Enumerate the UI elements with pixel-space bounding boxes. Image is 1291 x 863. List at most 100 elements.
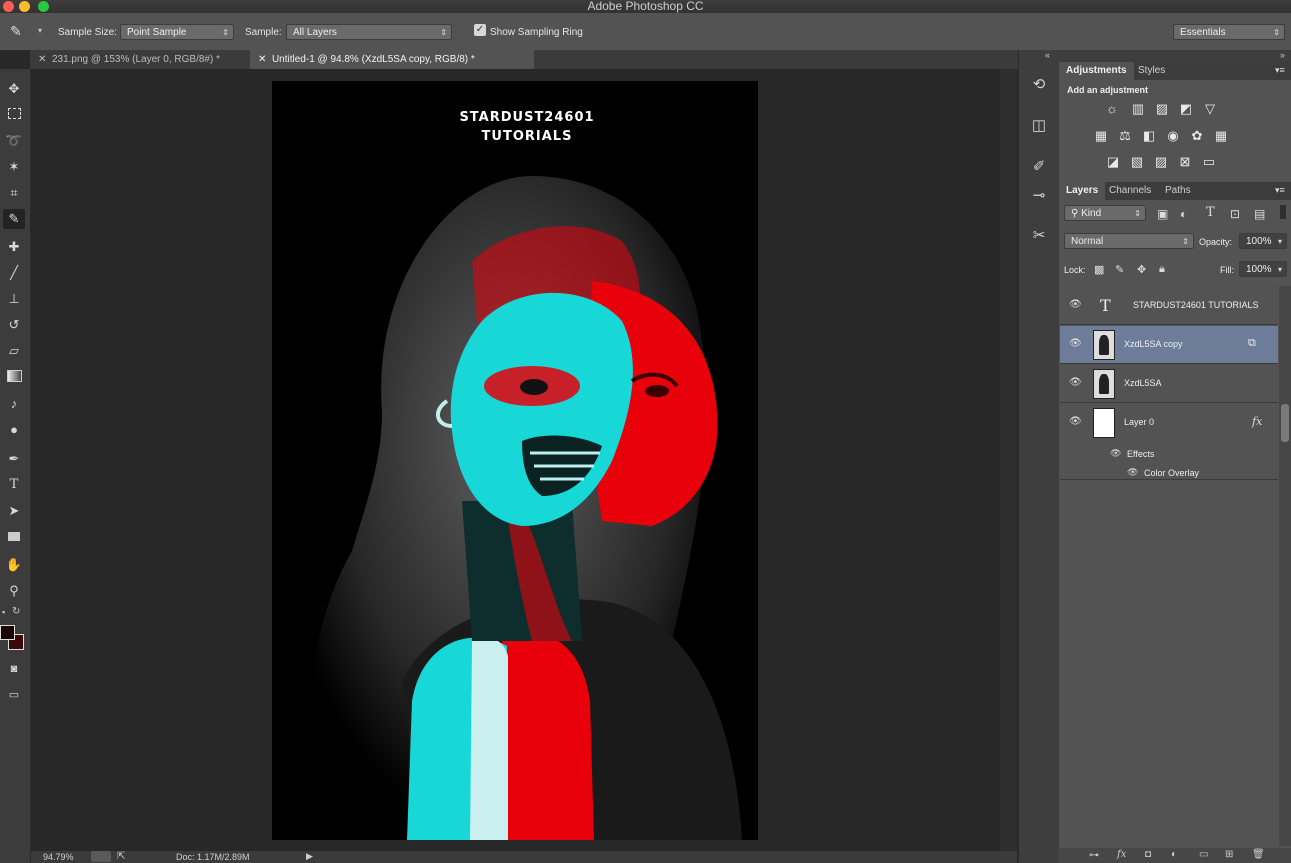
- eyedropper-tool-icon[interactable]: ✎: [3, 209, 25, 229]
- pen-tool-icon[interactable]: ✒: [3, 449, 25, 469]
- tab-untitled-1[interactable]: ✕ Untitled-1 @ 94.8% (XzdL5SA copy, RGB/…: [250, 50, 534, 69]
- vibrance-icon[interactable]: ▽: [1201, 101, 1219, 117]
- layer-name[interactable]: XzdL5SA copy: [1124, 339, 1183, 349]
- filter-pixel-icon[interactable]: ▣: [1157, 207, 1168, 221]
- lock-image-icon[interactable]: ✎: [1115, 263, 1124, 276]
- export-icon[interactable]: ⇱: [117, 851, 125, 862]
- lock-all-icon[interactable]: 🔒︎: [1159, 263, 1165, 276]
- brush-panel-icon[interactable]: ⊸: [1027, 185, 1051, 207]
- swap-colors-icon[interactable]: ↻: [12, 606, 20, 617]
- opacity-input[interactable]: 100% ▾: [1239, 233, 1287, 249]
- effect-color-overlay[interactable]: Color Overlay: [1144, 468, 1199, 478]
- curves-icon[interactable]: ▨: [1153, 101, 1171, 117]
- hue-saturation-icon[interactable]: ▦: [1092, 128, 1110, 144]
- gradient-map-icon[interactable]: ▭: [1200, 154, 1218, 170]
- tab-231-png[interactable]: ✕ 231.png @ 153% (Layer 0, RGB/8#) *: [30, 50, 248, 69]
- gradient-tool-icon[interactable]: [3, 368, 25, 388]
- tool-preset-dropdown[interactable]: ▾: [38, 26, 42, 35]
- collapse-dock-icon[interactable]: »: [1280, 50, 1285, 60]
- move-tool-icon[interactable]: ✥: [3, 79, 25, 99]
- delete-layer-icon[interactable]: 🗑︎: [1252, 849, 1265, 860]
- link-layers-icon[interactable]: ⊶: [1089, 850, 1099, 861]
- fx-icon[interactable]: fx: [1252, 415, 1262, 428]
- selective-color-icon[interactable]: ⊠: [1176, 154, 1194, 170]
- layer-filter-kind-select[interactable]: ⚲ Kind ⇕: [1064, 205, 1146, 221]
- eye-icon[interactable]: 👁︎: [1069, 339, 1083, 349]
- quick-mask-icon[interactable]: ◙: [3, 659, 25, 679]
- eye-icon[interactable]: 👁︎: [1069, 300, 1083, 310]
- panel-menu-icon[interactable]: ▾≡: [1275, 65, 1285, 76]
- clone-stamp-tool-icon[interactable]: ⊥: [3, 289, 25, 309]
- magic-wand-tool-icon[interactable]: ✶: [3, 157, 25, 177]
- channel-mixer-icon[interactable]: ✿: [1188, 128, 1206, 144]
- layer-row-layer-0[interactable]: 👁︎ Layer 0 fx 👁︎ Effects 👁︎ Color Overla…: [1060, 404, 1278, 480]
- lasso-tool-icon[interactable]: ➰: [3, 131, 25, 151]
- layers-scrollbar[interactable]: [1279, 286, 1291, 846]
- close-window-button[interactable]: [3, 1, 14, 12]
- tab-adjustments[interactable]: Adjustments: [1059, 62, 1134, 80]
- color-balance-icon[interactable]: ⚖: [1116, 128, 1134, 144]
- photo-filter-icon[interactable]: ◉: [1164, 128, 1182, 144]
- show-sampling-ring-checkbox[interactable]: ✓: [474, 24, 486, 36]
- status-menu-arrow-icon[interactable]: ▶: [306, 851, 313, 862]
- layer-name[interactable]: Layer 0: [1124, 417, 1154, 427]
- filter-toggle[interactable]: [1280, 205, 1286, 219]
- chevron-down-icon[interactable]: ▾: [1278, 234, 1282, 250]
- rectangle-tool-icon[interactable]: [3, 527, 25, 547]
- dodge-tool-icon[interactable]: ♪: [3, 394, 25, 414]
- tab-styles[interactable]: Styles: [1131, 62, 1172, 80]
- layer-row-xzdl5sa[interactable]: 👁︎ XzdL5SA: [1060, 365, 1278, 403]
- hand-tool-icon[interactable]: ✋: [3, 555, 25, 575]
- filter-smart-object-icon[interactable]: ▤: [1254, 207, 1265, 221]
- path-selection-tool-icon[interactable]: ➤: [3, 501, 25, 521]
- tab-paths[interactable]: Paths: [1158, 182, 1198, 200]
- default-colors-icon[interactable]: ▪: [2, 607, 5, 617]
- share-icon[interactable]: [91, 851, 111, 862]
- eye-icon[interactable]: 👁︎: [1110, 448, 1121, 459]
- zoom-level[interactable]: 94.79%: [43, 852, 74, 862]
- sample-select[interactable]: All Layers ⇕: [286, 24, 452, 40]
- foreground-color-swatch[interactable]: [0, 625, 15, 640]
- type-tool-icon[interactable]: T: [3, 475, 25, 495]
- zoom-tool-icon[interactable]: ⚲: [3, 581, 25, 601]
- threshold-icon[interactable]: ▨: [1152, 154, 1170, 170]
- layer-name[interactable]: STARDUST24601 TUTORIALS: [1133, 300, 1259, 310]
- close-tab-icon[interactable]: ✕: [258, 54, 266, 65]
- collapse-panels-icon[interactable]: «: [1045, 50, 1050, 60]
- tool-presets-icon[interactable]: ✂: [1027, 225, 1051, 247]
- layer-row-xzdl5sa-copy[interactable]: 👁︎ XzdL5SA copy ⧉: [1060, 326, 1278, 364]
- lock-transparent-icon[interactable]: ▩: [1094, 263, 1104, 276]
- color-lookup-icon[interactable]: ▦: [1212, 128, 1230, 144]
- eye-icon[interactable]: 👁︎: [1069, 378, 1083, 388]
- panel-menu-icon[interactable]: ▾≡: [1275, 185, 1285, 196]
- new-layer-icon[interactable]: ⊞: [1225, 849, 1233, 860]
- eye-icon[interactable]: 👁︎: [1069, 417, 1083, 427]
- marquee-tool-icon[interactable]: [3, 105, 25, 125]
- lock-position-icon[interactable]: ✥: [1137, 263, 1146, 276]
- posterize-icon[interactable]: ▧: [1128, 154, 1146, 170]
- zoom-window-button[interactable]: [38, 1, 49, 12]
- add-mask-icon[interactable]: ◘: [1145, 849, 1151, 860]
- tab-channels[interactable]: Channels: [1102, 182, 1158, 200]
- chevron-down-icon[interactable]: ▾: [1278, 262, 1282, 278]
- levels-icon[interactable]: ▥: [1129, 101, 1147, 117]
- fill-input[interactable]: 100% ▾: [1239, 261, 1287, 277]
- healing-brush-tool-icon[interactable]: ✚: [3, 237, 25, 257]
- black-white-icon[interactable]: ◧: [1140, 128, 1158, 144]
- new-adjustment-icon[interactable]: ◐: [1171, 849, 1177, 860]
- layer-row-text[interactable]: 👁︎ T STARDUST24601 TUTORIALS: [1060, 287, 1278, 325]
- canvas-vertical-scrollbar[interactable]: [1000, 69, 1017, 851]
- filter-type-icon[interactable]: T: [1206, 205, 1215, 220]
- eraser-tool-icon[interactable]: ▱: [3, 341, 25, 361]
- brightness-contrast-icon[interactable]: ☼: [1103, 101, 1121, 117]
- screen-mode-icon[interactable]: ▭: [3, 685, 25, 705]
- crop-tool-icon[interactable]: ⌗: [3, 183, 25, 203]
- eye-icon[interactable]: 👁︎: [1127, 467, 1138, 478]
- workspace-select[interactable]: Essentials ⇕: [1173, 24, 1285, 40]
- new-group-icon[interactable]: ▭: [1199, 849, 1208, 860]
- sample-size-select[interactable]: Point Sample ⇕: [120, 24, 234, 40]
- exposure-icon[interactable]: ◩: [1177, 101, 1195, 117]
- brush-presets-icon[interactable]: ✐: [1027, 156, 1051, 178]
- filter-shape-icon[interactable]: ⊡: [1230, 207, 1240, 221]
- eyedropper-tool-icon[interactable]: ✎: [10, 23, 22, 40]
